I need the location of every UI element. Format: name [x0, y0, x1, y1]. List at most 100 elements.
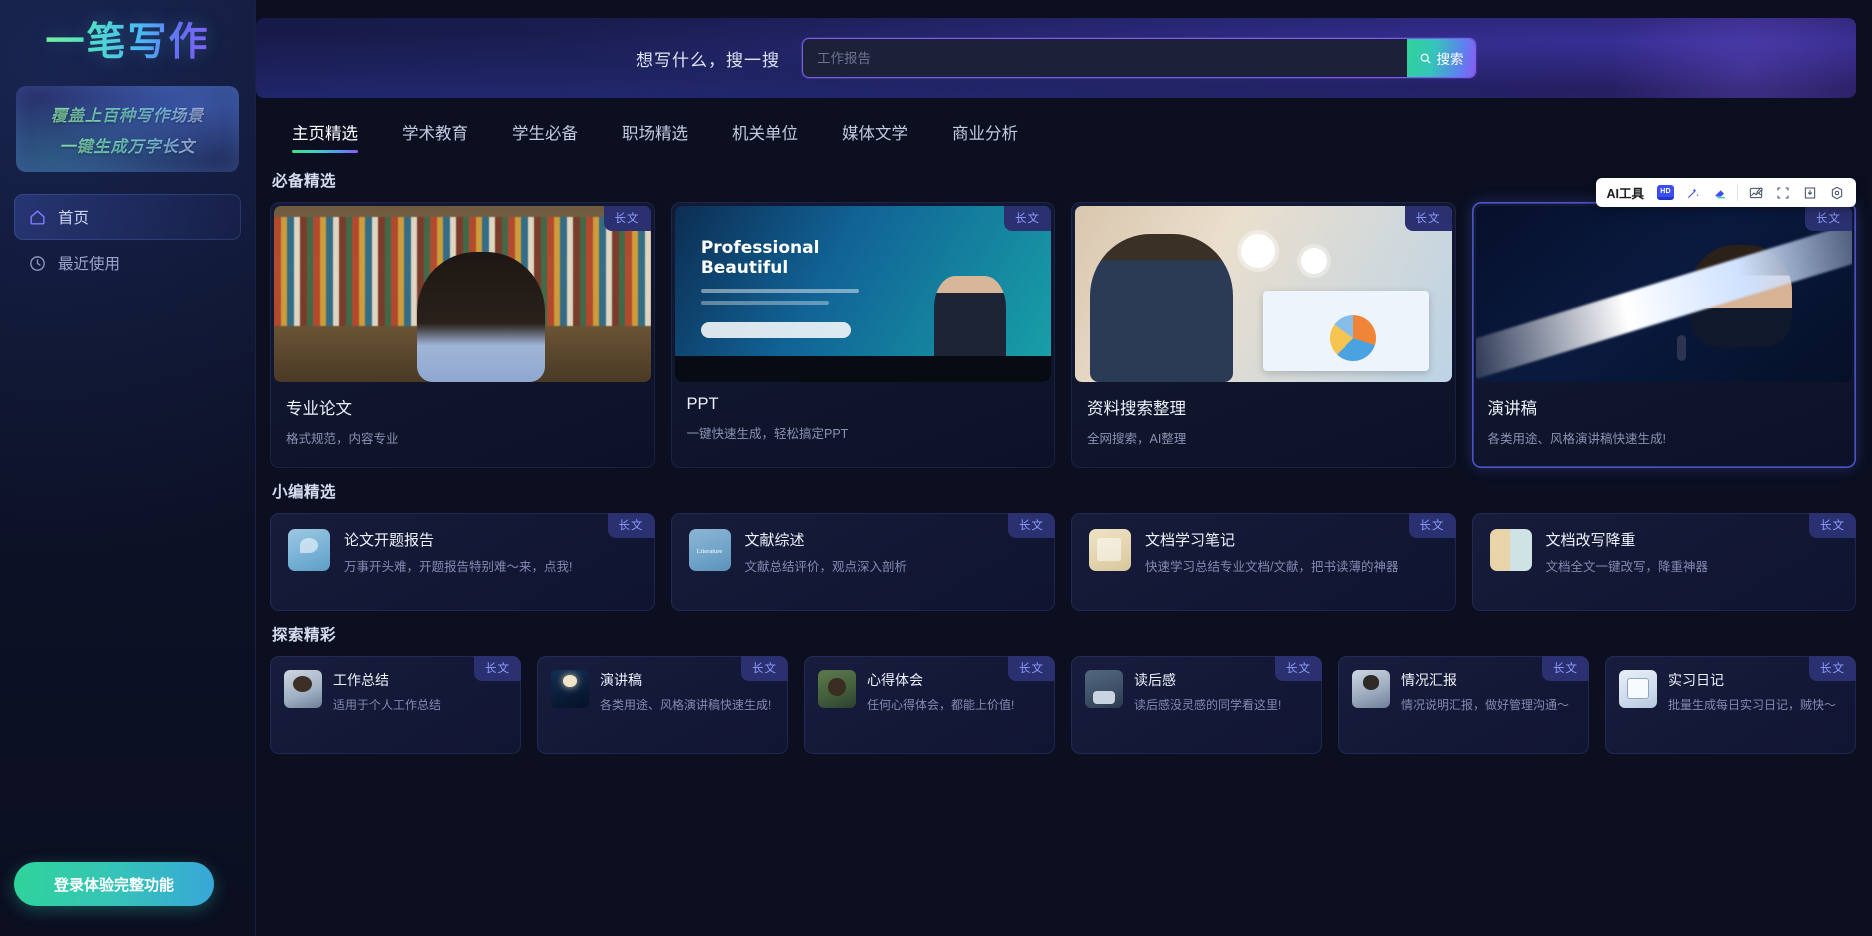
feature-thumbnail: 长文: [1475, 206, 1852, 382]
tab-workplace[interactable]: 职场精选: [600, 112, 710, 157]
crop-icon[interactable]: [1769, 179, 1796, 206]
app-logo-text: 一笔写作: [45, 11, 209, 67]
pick-card-proposal[interactable]: 论文开题报告 万事开头难，开题报告特别难～来，点我! 长文: [270, 513, 655, 612]
tab-home-featured[interactable]: 主页精选: [270, 112, 380, 157]
hd-icon-text: HD: [1657, 185, 1674, 200]
feature-card-desc: 全网搜索，AI整理: [1087, 432, 1187, 446]
biz-art-person: [1090, 234, 1234, 382]
app-root: 一笔写作 覆盖上百种写作场景 一键生成万字长文 首页 最近使用 登录体验完整功能…: [0, 0, 1872, 936]
feature-thumbnail: Professional Beautiful 长文: [674, 206, 1051, 382]
pick-card-literature-review[interactable]: 文献综述 文献总结评价，观点深入剖析 长文: [670, 513, 1055, 612]
explore-card-desc: 读后感没灵感的同学看这里!: [1134, 698, 1282, 713]
feature-card-title: 演讲稿: [1487, 400, 1538, 418]
pick-card-body: 文档改写降重 文档全文一键改写，降重神器: [1546, 529, 1839, 577]
literature-icon: [688, 529, 731, 572]
feature-card-thesis[interactable]: 长文 专业论文 格式规范，内容专业: [270, 202, 655, 469]
ppt-art-line-1: [700, 288, 859, 293]
explore-card-work-summary[interactable]: 工作总结 适用于个人工作总结 长文: [270, 656, 521, 755]
explore-card-internship-diary[interactable]: 实习日记 批量生成每日实习日记，贼快～ 长文: [1605, 656, 1856, 755]
long-form-badge: 长文: [1275, 656, 1322, 682]
explore-card-reflection[interactable]: 心得体会 任何心得体会，都能上价值! 长文: [804, 656, 1055, 755]
biz-art-bubble-2: [1300, 248, 1327, 275]
search-button[interactable]: 搜索: [1407, 39, 1475, 77]
ppt-art-line-2: [700, 301, 829, 306]
feature-card-title: 资料搜索整理: [1087, 400, 1186, 418]
ppt-art-title: Professional Beautiful: [700, 237, 820, 279]
magic-wand-icon[interactable]: [1679, 179, 1706, 206]
speaker-photo: [1475, 206, 1852, 382]
long-form-badge: 长文: [741, 656, 788, 682]
pick-card-desc: 文献总结评价，观点深入剖析: [744, 560, 908, 575]
search-input[interactable]: [803, 39, 1407, 77]
essentials-card-grid: 长文 专业论文 格式规范，内容专业 Professional Beautiful: [270, 202, 1857, 469]
feature-card-desc: 格式规范，内容专业: [286, 432, 399, 446]
proposal-icon: [288, 529, 330, 572]
feature-card-body: PPT 一键快速生成，轻松搞定PPT: [671, 382, 1056, 459]
status-report-icon: [1352, 670, 1390, 709]
tab-business-analysis[interactable]: 商业分析: [930, 112, 1040, 157]
feature-card-ppt[interactable]: Professional Beautiful 长文 PPT 一键快速生成，轻松搞…: [670, 202, 1056, 469]
search-button-label: 搜索: [1436, 52, 1464, 67]
tab-student[interactable]: 学生必备: [490, 112, 600, 157]
feature-card-body: 演讲稿 各类用途、风格演讲稿快速生成!: [1472, 382, 1857, 464]
promo-line-1: 覆盖上百种写作场景: [51, 102, 204, 126]
businessman-photo: [1075, 206, 1452, 382]
editor-picks-card-grid: 论文开题报告 万事开头难，开题报告特别难～来，点我! 长文 文献综述 文献总结评…: [270, 513, 1856, 612]
eraser-icon[interactable]: [1706, 179, 1733, 206]
long-form-badge: 长文: [1542, 656, 1589, 682]
ai-tools-label: AI工具: [1606, 187, 1644, 201]
sidebar: 一笔写作 覆盖上百种写作场景 一键生成万字长文 首页 最近使用 登录体验完整功能: [0, 0, 256, 936]
app-logo[interactable]: 一笔写作: [0, 0, 255, 78]
feature-thumbnail: 长文: [274, 206, 651, 382]
long-form-badge: 长文: [1404, 206, 1452, 231]
pick-card-body: 文档学习笔记 快速学习总结专业文档/文献，把书读薄的神器: [1145, 529, 1438, 577]
feature-card-research[interactable]: 长文 资料搜索整理 全网搜索，AI整理: [1071, 202, 1456, 469]
feature-card-body: 专业论文 格式规范，内容专业: [270, 382, 655, 464]
main-content: AI工具 HD 想写什么，搜一搜 工作报告 搜索 主页精选 学术教育 学生必备 …: [256, 0, 1872, 936]
explore-card-book-report[interactable]: 读后感 读后感没灵感的同学看这里! 长文: [1071, 656, 1322, 755]
download-icon[interactable]: [1796, 179, 1823, 206]
login-button[interactable]: 登录体验完整功能: [14, 862, 214, 906]
sidebar-item-recent-label: 最近使用: [58, 256, 121, 273]
explore-card-grid: 工作总结 适用于个人工作总结 长文 演讲稿 各类用途、风格演讲稿快速生成! 长文: [270, 656, 1856, 755]
tab-media-literature[interactable]: 媒体文学: [820, 112, 930, 157]
feature-card-speech[interactable]: 长文 演讲稿 各类用途、风格演讲稿快速生成!: [1471, 202, 1857, 469]
long-form-badge: 长文: [1008, 513, 1055, 539]
image-edit-icon[interactable]: [1742, 179, 1769, 206]
search-box[interactable]: 搜索: [802, 38, 1476, 78]
speech-art-lightbeam: [1475, 206, 1852, 382]
long-form-badge: 长文: [1408, 513, 1456, 539]
book-report-icon: [1085, 670, 1123, 709]
content-scroll-area[interactable]: 必备精选 长文 专业论文 格式规范，内容专业 Professional Beau…: [256, 157, 1872, 936]
pick-card-body: 文献综述 文献总结评价，观点深入剖析: [745, 529, 1038, 577]
ai-tools-toolbar[interactable]: AI工具 HD: [1596, 178, 1856, 207]
speech-icon: [551, 670, 589, 709]
speech-art-microphone: [1677, 334, 1687, 361]
long-form-badge: 长文: [1809, 656, 1856, 682]
pick-card-title: 文档改写降重: [1545, 532, 1636, 550]
explore-card-desc: 情况说明汇报，做好管理沟通～: [1401, 698, 1570, 713]
ppt-art-floor: [674, 355, 1051, 382]
notebook-icon: [1089, 529, 1131, 572]
tab-academic[interactable]: 学术教育: [380, 112, 490, 157]
tab-government[interactable]: 机关单位: [710, 112, 820, 157]
promo-banner[interactable]: 覆盖上百种写作场景 一键生成万字长文: [16, 86, 239, 172]
sidebar-item-home-label: 首页: [58, 210, 90, 227]
hd-icon[interactable]: HD: [1652, 179, 1679, 206]
promo-line-2: 一键生成万字长文: [59, 133, 195, 157]
pick-card-study-notes[interactable]: 文档学习笔记 快速学习总结专业文档/文献，把书读薄的神器 长文: [1071, 513, 1456, 612]
biz-art-bubble-1: [1240, 234, 1275, 269]
long-form-badge: 长文: [1004, 206, 1051, 231]
explore-card-speech[interactable]: 演讲稿 各类用途、风格演讲稿快速生成! 长文: [537, 656, 788, 755]
hero-search-banner: 想写什么，搜一搜 搜索: [256, 18, 1856, 98]
long-form-badge: 长文: [1805, 206, 1852, 231]
sidebar-item-home[interactable]: 首页: [14, 194, 241, 240]
category-tabs: 主页精选 学术教育 学生必备 职场精选 机关单位 媒体文学 商业分析: [256, 98, 1872, 157]
long-form-badge: 长文: [1008, 656, 1055, 682]
pick-card-rewrite[interactable]: 文档改写降重 文档全文一键改写，降重神器 长文: [1471, 513, 1856, 612]
explore-card-status-report[interactable]: 情况汇报 情况说明汇报，做好管理沟通～ 长文: [1338, 656, 1589, 755]
settings-icon[interactable]: [1823, 179, 1850, 206]
pick-card-body: 论文开题报告 万事开头难，开题报告特别难～来，点我!: [344, 529, 637, 577]
sidebar-item-recent[interactable]: 最近使用: [14, 240, 241, 286]
long-form-badge: 长文: [1809, 513, 1856, 539]
